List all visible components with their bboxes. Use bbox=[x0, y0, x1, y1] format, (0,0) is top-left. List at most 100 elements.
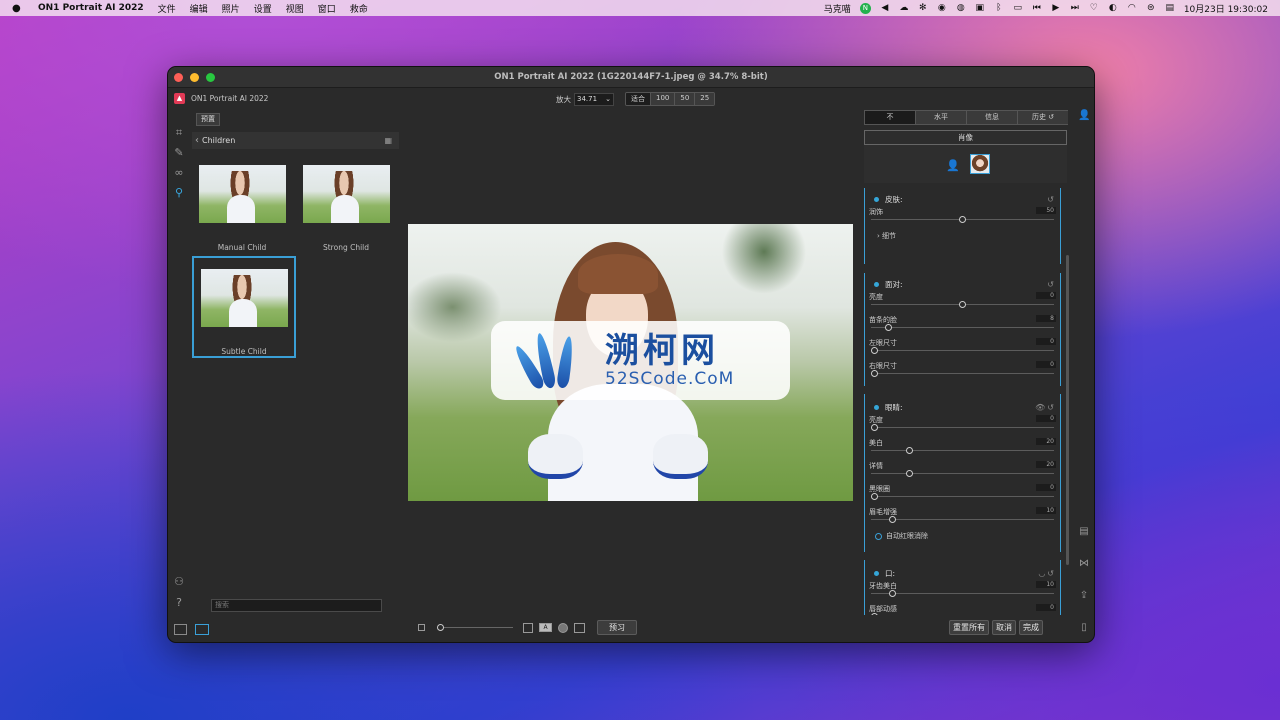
print-icon[interactable]: ▤ bbox=[1078, 526, 1090, 538]
portrait-tool-icon[interactable]: ⚲ bbox=[172, 186, 186, 200]
tab-info[interactable]: 信息 bbox=[967, 111, 1018, 124]
wechat-icon[interactable]: ◍ bbox=[956, 3, 966, 13]
enable-dot-icon[interactable] bbox=[874, 570, 879, 576]
app-menu[interactable]: ON1 Portrait AI 2022 bbox=[38, 3, 144, 13]
preview-button[interactable]: 预习 bbox=[597, 620, 637, 635]
slider-knob[interactable] bbox=[959, 301, 966, 308]
tab-level[interactable]: 水平 bbox=[916, 111, 967, 124]
brush-icon[interactable]: ✎ bbox=[172, 146, 186, 160]
person-icon[interactable]: ⚇ bbox=[172, 575, 186, 589]
eye-add-icon[interactable]: 👁 bbox=[1035, 403, 1045, 412]
portrait-module-icon[interactable]: 👤 bbox=[1078, 110, 1090, 122]
slider-track[interactable] bbox=[871, 519, 1054, 520]
clock[interactable]: 10月23日 19:30:02 bbox=[1184, 2, 1268, 15]
slider-value[interactable]: 0 bbox=[1036, 415, 1056, 422]
overlay-icon[interactable] bbox=[574, 622, 585, 633]
slider-knob[interactable] bbox=[871, 493, 878, 500]
photo-preview[interactable]: 溯柯网 52SCode.CoM bbox=[408, 224, 853, 501]
slider-knob[interactable] bbox=[906, 470, 914, 477]
slider-knob[interactable] bbox=[885, 324, 893, 331]
face-header[interactable]: 面对: ↺ bbox=[865, 277, 1060, 291]
menu-photo[interactable]: 照片 bbox=[222, 2, 240, 15]
sidebar-toggle-icon[interactable] bbox=[174, 624, 187, 635]
slider-track[interactable] bbox=[871, 373, 1054, 374]
small-view-icon[interactable] bbox=[418, 624, 425, 631]
slider-knob[interactable] bbox=[871, 424, 878, 431]
filmstrip-toggle-icon[interactable] bbox=[195, 624, 209, 635]
mask-icon[interactable] bbox=[558, 622, 568, 633]
screen-icon[interactable]: ▤ bbox=[1165, 3, 1175, 13]
auto-a-icon[interactable]: A bbox=[539, 623, 552, 632]
help-icon[interactable]: ? bbox=[172, 596, 186, 610]
shield-icon[interactable]: ◐ bbox=[1108, 3, 1118, 13]
qq-icon[interactable]: ◉ bbox=[937, 3, 947, 13]
menu-settings[interactable]: 设置 bbox=[254, 2, 272, 15]
menu-edit[interactable]: 编辑 bbox=[190, 2, 208, 15]
skin-header[interactable]: 皮肤: ↺ bbox=[865, 192, 1060, 206]
forward-icon[interactable]: ⏭ bbox=[1070, 3, 1080, 13]
user-name[interactable]: 马克喵 bbox=[824, 2, 851, 15]
status-app-icon[interactable]: N bbox=[859, 2, 871, 14]
slider-knob[interactable] bbox=[888, 516, 896, 523]
grid-view-icon[interactable]: ▦ bbox=[384, 136, 392, 145]
slider-track[interactable] bbox=[871, 496, 1054, 497]
add-face-icon[interactable]: 👤 bbox=[946, 159, 960, 172]
cancel-button[interactable]: 取消 bbox=[992, 620, 1016, 635]
slider-value[interactable]: 10 bbox=[1036, 581, 1056, 588]
back-icon[interactable]: ‹ bbox=[195, 135, 199, 146]
slider-track[interactable] bbox=[871, 350, 1054, 351]
slider-knob[interactable] bbox=[871, 613, 878, 615]
reset-icon[interactable]: ↺ bbox=[1047, 195, 1054, 204]
slider-knob[interactable] bbox=[888, 590, 896, 597]
apple-menu-icon[interactable]: ● bbox=[12, 3, 26, 14]
slider-knob[interactable] bbox=[871, 370, 878, 377]
zoom-slider[interactable] bbox=[437, 624, 513, 631]
slider-value[interactable]: 0 bbox=[1036, 338, 1056, 345]
reset-icon[interactable]: ↺ bbox=[1047, 569, 1054, 578]
zoom-100-button[interactable]: 100 bbox=[651, 93, 676, 105]
auto-redeye-toggle[interactable]: 自动红眼消除 bbox=[865, 529, 1060, 543]
tab-history[interactable]: 历史 ↺ bbox=[1018, 111, 1068, 124]
slider-value[interactable]: 0 bbox=[1036, 361, 1056, 368]
done-button[interactable]: 完成 bbox=[1019, 620, 1043, 635]
zoom-25-button[interactable]: 25 bbox=[695, 93, 715, 105]
slider-track[interactable] bbox=[871, 473, 1054, 474]
reset-all-button[interactable]: 重置所有 bbox=[949, 620, 989, 635]
crop-icon[interactable]: ⌗ bbox=[172, 126, 186, 140]
battery-icon[interactable]: ▭ bbox=[1013, 3, 1023, 13]
compare-icon[interactable] bbox=[523, 622, 533, 633]
reset-icon[interactable]: ↺ bbox=[1047, 280, 1054, 289]
preset-thumb-subtle[interactable]: Subtle Child bbox=[192, 256, 296, 358]
zoom-input[interactable]: 34.71 ⌄ bbox=[574, 92, 614, 106]
slider-value[interactable]: 50 bbox=[1036, 207, 1056, 214]
play-icon[interactable]: ▶ bbox=[1051, 3, 1061, 13]
slider-value[interactable]: 0 bbox=[1036, 484, 1056, 491]
wifi-icon[interactable]: ◠ bbox=[1127, 3, 1137, 13]
preset-thumb-strong[interactable]: Strong Child bbox=[296, 165, 396, 252]
enable-dot-icon[interactable] bbox=[874, 281, 879, 287]
slider-track[interactable] bbox=[871, 427, 1054, 428]
enable-dot-icon[interactable] bbox=[874, 404, 879, 410]
radio-icon[interactable] bbox=[875, 532, 882, 540]
slider-value[interactable]: 20 bbox=[1036, 461, 1056, 468]
activity-icon[interactable]: ✻ bbox=[918, 3, 928, 13]
details-expander[interactable]: › 细节 bbox=[865, 229, 1060, 243]
slider-track[interactable] bbox=[871, 593, 1054, 594]
menu-help[interactable]: 救命 bbox=[350, 2, 368, 15]
portrait-button[interactable]: 肖像 bbox=[864, 130, 1067, 145]
export-icon[interactable]: ⇪ bbox=[1078, 590, 1090, 602]
menu-view[interactable]: 视图 bbox=[286, 2, 304, 15]
slider-value[interactable]: 20 bbox=[1036, 438, 1056, 445]
presets-tab[interactable]: 预置 bbox=[196, 113, 220, 126]
text-input-icon[interactable]: ▣ bbox=[975, 3, 985, 13]
zoom-fit-button[interactable]: 适合 bbox=[626, 93, 651, 105]
favorite-icon[interactable]: ♡ bbox=[1089, 3, 1099, 13]
volume-icon[interactable]: ◀ bbox=[880, 3, 890, 13]
control-center-icon[interactable]: ⊜ bbox=[1146, 3, 1156, 13]
bluetooth-icon[interactable]: ᛒ bbox=[994, 3, 1004, 13]
slider-value[interactable]: 10 bbox=[1036, 507, 1056, 514]
slider-value[interactable]: 8 bbox=[1036, 315, 1056, 322]
tab-none[interactable]: 不 bbox=[865, 111, 916, 124]
mouth-header[interactable]: 口: ◡ ↺ bbox=[865, 566, 1060, 580]
eyes-header[interactable]: 眼睛: 👁 ↺ bbox=[865, 400, 1060, 414]
